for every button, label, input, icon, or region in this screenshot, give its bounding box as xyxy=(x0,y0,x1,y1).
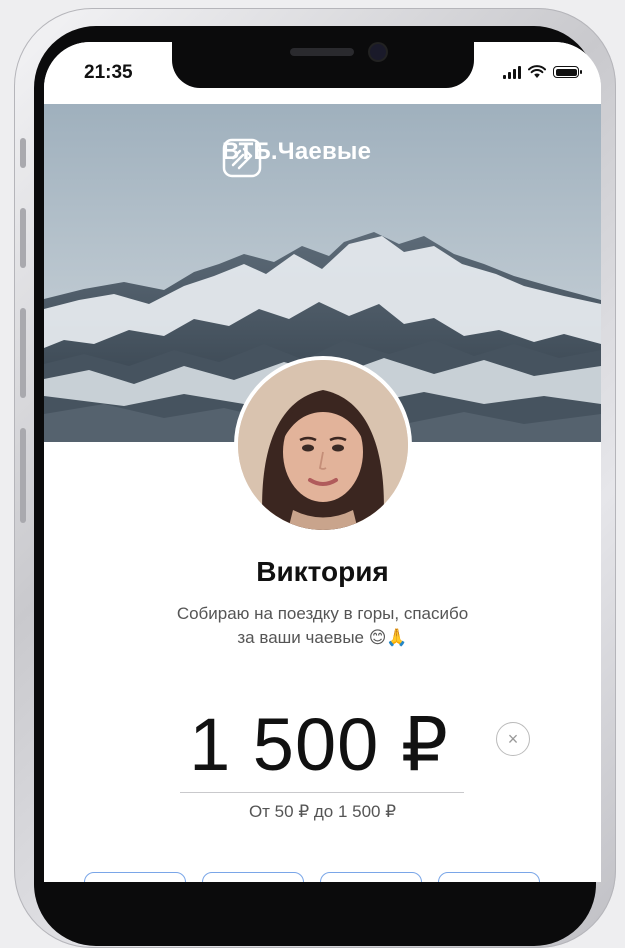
avatar-photo xyxy=(238,360,408,530)
amount-underline xyxy=(180,792,464,793)
volume-up-button xyxy=(20,208,26,268)
profile-bio-line-1: Собираю на поездку в горы, спасибо xyxy=(176,604,469,623)
tip-range-hint: От 50 ₽ до 1 500 ₽ xyxy=(248,802,397,821)
front-camera xyxy=(370,44,386,60)
clear-amount-button[interactable]: × xyxy=(496,722,530,756)
side-button xyxy=(20,428,26,523)
vtb-logo-icon xyxy=(222,138,262,178)
profile-bio-line-2: за ваши чаевые 😊🙏 xyxy=(237,628,408,647)
brand-header: ВТБ.Чаевые xyxy=(222,138,371,178)
wifi-icon xyxy=(528,65,546,78)
status-bar: 21:35 xyxy=(44,42,601,104)
tip-amount-input[interactable]: 1 500 ₽ xyxy=(164,702,474,788)
battery-icon xyxy=(553,66,582,78)
profile-bio: Собираю на поездку в горы, спасибо за ва… xyxy=(124,602,521,650)
volume-down-button xyxy=(20,308,26,398)
close-circle-icon: × xyxy=(507,728,519,749)
quick-amount-chip[interactable] xyxy=(438,872,540,882)
status-icons xyxy=(503,65,582,79)
quick-amount-chip[interactable] xyxy=(202,872,304,882)
quick-amount-chips xyxy=(84,872,540,882)
signal-icon xyxy=(503,65,521,79)
profile-name: Виктория xyxy=(256,556,389,587)
phone-screen: 21:35 ВТБ.Чаевые Виктория Собираю на пое… xyxy=(44,42,601,882)
speaker xyxy=(290,48,354,56)
mute-switch xyxy=(20,138,26,168)
quick-amount-chip[interactable] xyxy=(84,872,186,882)
avatar xyxy=(234,356,412,534)
notch xyxy=(172,42,474,88)
status-time: 21:35 xyxy=(84,62,133,83)
quick-amount-chip[interactable] xyxy=(320,872,422,882)
